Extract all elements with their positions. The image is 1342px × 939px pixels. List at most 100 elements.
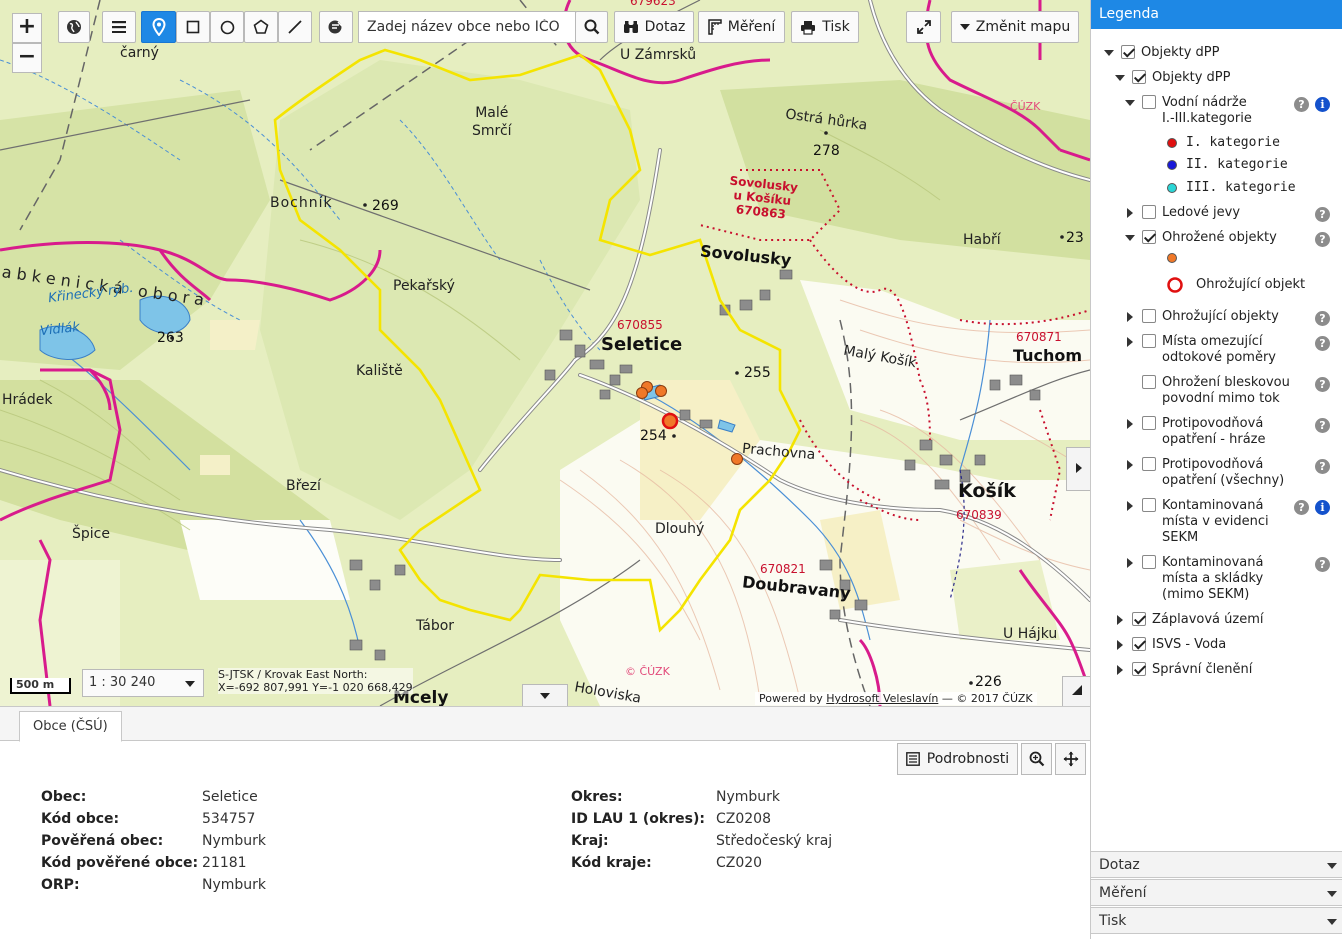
layer-checkbox[interactable] xyxy=(1132,662,1146,676)
fullscreen-button[interactable] xyxy=(906,11,941,43)
layer-checkbox[interactable] xyxy=(1142,375,1156,389)
help-icon[interactable]: ? xyxy=(1294,500,1309,515)
collapse-caret-icon[interactable] xyxy=(1117,640,1123,650)
coordinate-system: S-JTSK / Krovak East North: xyxy=(218,668,368,681)
measure-button[interactable]: Měření xyxy=(698,11,785,43)
select-line-button[interactable] xyxy=(278,11,312,43)
legend-item-ohrozujici-objekty[interactable]: Ohrožující objekty xyxy=(1127,309,1279,325)
layer-checkbox[interactable] xyxy=(1142,457,1156,471)
map-label-code-679623: 679623 xyxy=(630,0,676,8)
legend-item-objekty-dpp-root[interactable]: Objekty dPP xyxy=(1104,45,1219,61)
help-icon[interactable]: ? xyxy=(1315,418,1330,433)
toggle-legend-button[interactable] xyxy=(1066,447,1090,491)
collapse-caret-icon[interactable] xyxy=(1127,337,1133,347)
print-button[interactable]: Tisk xyxy=(791,11,859,43)
info-icon[interactable]: i xyxy=(1315,500,1330,515)
legend-item-kontaminovana-mimo-sekm[interactable]: Kontaminovaná místa a skládky (mimo SEKM… xyxy=(1127,555,1263,603)
query-button[interactable]: Dotaz xyxy=(614,11,694,43)
feature-attributes-right: Okres: Nymburk ID LAU 1 (okres): CZ0208 Kr… xyxy=(571,786,832,874)
layer-checkbox[interactable] xyxy=(1132,70,1146,84)
legend-item-zaplavova-uzemi[interactable]: Záplavová území xyxy=(1117,612,1263,628)
help-icon[interactable]: ? xyxy=(1315,459,1330,474)
search-input[interactable] xyxy=(358,11,576,43)
collapse-caret-icon[interactable] xyxy=(1127,208,1133,218)
collapse-caret-icon[interactable] xyxy=(1117,615,1123,625)
layer-checkbox[interactable] xyxy=(1142,309,1156,323)
scale-select[interactable]: 1 : 30 240 xyxy=(82,669,204,697)
legend-symbol-kategorie-1: I. kategorie xyxy=(1167,135,1280,151)
legend-panel: Legenda Objekty dPP Objekty dPP Vodní ná… xyxy=(1090,0,1342,939)
overview-map-button[interactable] xyxy=(1062,676,1090,706)
attribution-link[interactable]: Hydrosoft Veleslavín xyxy=(826,692,938,705)
legend-item-mista-omezujici[interactable]: Místa omezující odtokové poměry xyxy=(1127,334,1276,366)
globe-button[interactable] xyxy=(58,11,90,43)
collapse-caret-icon[interactable] xyxy=(1127,419,1133,429)
layer-checkbox[interactable] xyxy=(1142,416,1156,430)
legend-item-protipovodnova-vsechny[interactable]: Protipovodňová opatření (všechny) xyxy=(1127,457,1284,489)
legend-item-objekty-dpp[interactable]: Objekty dPP xyxy=(1115,70,1230,86)
layer-checkbox[interactable] xyxy=(1142,498,1156,512)
layer-checkbox[interactable] xyxy=(1132,612,1146,626)
details-button-label: Podrobnosti xyxy=(926,751,1010,767)
layer-checkbox[interactable] xyxy=(1142,95,1156,109)
collapse-caret-icon[interactable] xyxy=(1127,501,1133,511)
expand-caret-icon[interactable] xyxy=(1115,75,1125,81)
pan-to-feature-button[interactable] xyxy=(1055,743,1086,775)
legend-item-spravni-cleneni[interactable]: Správní členění xyxy=(1117,662,1252,678)
legend-footer-dotaz[interactable]: Dotaz xyxy=(1091,851,1342,878)
legend-item-ledove-jevy[interactable]: Ledové jevy xyxy=(1127,205,1240,221)
info-icon[interactable]: i xyxy=(1315,97,1330,112)
legend-footer-tisk[interactable]: Tisk xyxy=(1091,907,1342,934)
help-icon[interactable]: ? xyxy=(1315,377,1330,392)
tab-obce-csu[interactable]: Obce (ČSÚ) xyxy=(19,711,122,742)
collapse-caret-icon[interactable] xyxy=(1127,558,1133,568)
identify-point-button[interactable] xyxy=(141,11,176,43)
legend-item-vodni-nadrze[interactable]: Vodní nádrže I.-III.kategorie xyxy=(1125,95,1252,127)
zoom-out-button[interactable]: − xyxy=(12,43,42,73)
legend-symbol-ohrozujici-objekt: Ohrožující objekt xyxy=(1166,276,1305,294)
zoom-to-feature-button[interactable] xyxy=(1021,743,1052,775)
select-clear-button[interactable] xyxy=(319,11,353,43)
legend-item-isvs-voda[interactable]: ISVS - Voda xyxy=(1117,637,1226,653)
details-button[interactable]: Podrobnosti xyxy=(897,743,1018,775)
layer-checkbox[interactable] xyxy=(1142,230,1156,244)
map-label-bochnik: Bochník xyxy=(270,195,333,211)
attribution-suffix: — © 2017 ČÚZK xyxy=(941,692,1033,705)
layer-checkbox[interactable] xyxy=(1132,637,1146,651)
eraser-icon xyxy=(327,19,345,35)
expand-caret-icon[interactable] xyxy=(1125,100,1135,106)
collapse-caret-icon[interactable] xyxy=(1117,665,1123,675)
layer-checkbox[interactable] xyxy=(1121,45,1135,59)
select-polygon-button[interactable] xyxy=(244,11,278,43)
collapse-caret-icon[interactable] xyxy=(1127,460,1133,470)
feature-attributes-left: Obec: Seletice Kód obce: 534757 Pověřená o… xyxy=(41,786,266,896)
collapse-caret-icon[interactable] xyxy=(1127,312,1133,322)
attribution-prefix: Powered by xyxy=(759,692,823,705)
expand-caret-icon[interactable] xyxy=(1104,50,1114,56)
layer-checkbox[interactable] xyxy=(1142,334,1156,348)
select-circle-button[interactable] xyxy=(210,11,244,43)
map-canvas[interactable]: 679623 čarný U Zámrsků Malé Smrčí Ostrá … xyxy=(0,0,1090,706)
legend-item-protipovodnova-hraze[interactable]: Protipovodňová opatření - hráze xyxy=(1127,416,1266,448)
expand-caret-icon[interactable] xyxy=(1125,235,1135,241)
change-map-button[interactable]: Změnit mapu xyxy=(951,11,1079,43)
help-icon[interactable]: ? xyxy=(1315,232,1330,247)
legend-item-ohrozeni-bleskovou[interactable]: Ohrožení bleskovou povodní mimo tok xyxy=(1142,375,1290,407)
help-icon[interactable]: ? xyxy=(1315,207,1330,222)
zoom-in-button[interactable]: + xyxy=(12,13,42,43)
attribute-value: Nymburk xyxy=(716,789,781,805)
search-button[interactable] xyxy=(575,11,608,43)
help-icon[interactable]: ? xyxy=(1315,311,1330,326)
attribute-value: Nymburk xyxy=(202,833,267,849)
help-icon[interactable]: ? xyxy=(1294,97,1309,112)
layer-checkbox[interactable] xyxy=(1142,205,1156,219)
select-rectangle-button[interactable] xyxy=(176,11,210,43)
help-icon[interactable]: ? xyxy=(1315,557,1330,572)
help-icon[interactable]: ? xyxy=(1315,336,1330,351)
toggle-bottom-panel-button[interactable] xyxy=(522,684,568,706)
layer-checkbox[interactable] xyxy=(1142,555,1156,569)
legend-item-kontaminovana-sekm[interactable]: Kontaminovaná místa v evidenci SEKM xyxy=(1127,498,1269,546)
layers-menu-button[interactable] xyxy=(102,11,136,43)
legend-item-ohrozene-objekty[interactable]: Ohrožené objekty xyxy=(1125,230,1277,246)
legend-footer-mereni[interactable]: Měření xyxy=(1091,879,1342,906)
